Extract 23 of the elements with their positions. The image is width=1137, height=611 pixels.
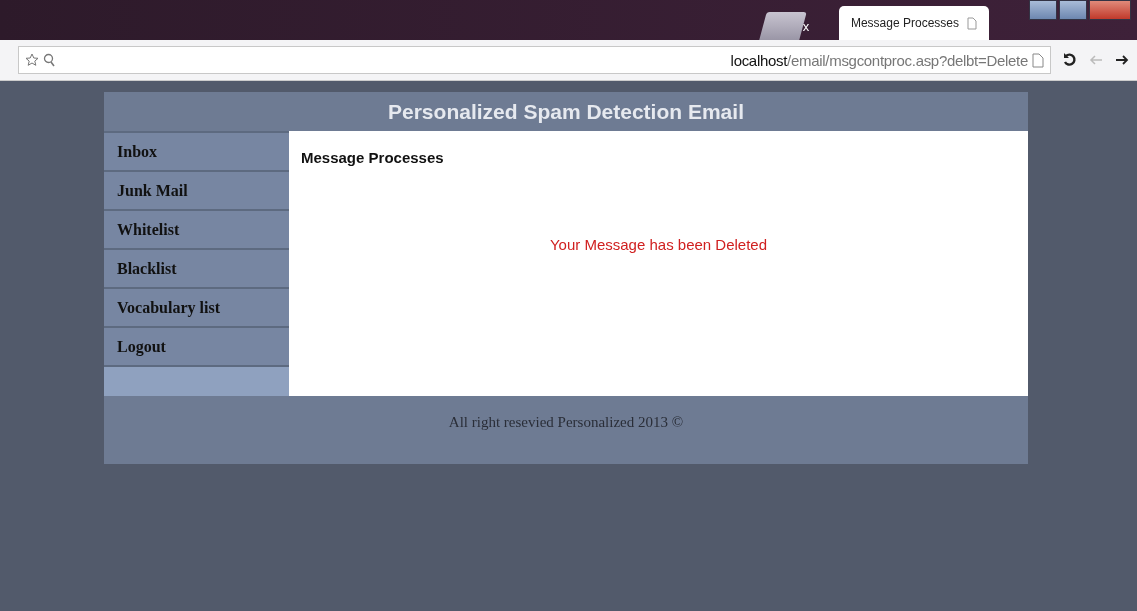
star-icon[interactable] [25,53,39,67]
search-icon[interactable] [43,53,55,67]
forward-arrow-icon[interactable] [1115,54,1129,66]
menu-link[interactable]: Junk Mail [104,170,289,209]
page-heading: Message Processes [301,149,445,166]
reload-icon[interactable] [1063,52,1077,68]
menu-link[interactable]: Whitelist [104,209,289,248]
browser-tab[interactable]: x [759,12,807,40]
status-message: Your Message has been Deleted [548,236,769,253]
page-icon [1032,52,1044,68]
tab-title: Message Processes [850,16,959,30]
url-text: localhost/email/msgcontproc.asp?delbt=Delete [730,51,1028,69]
close-icon[interactable]: x [802,18,810,34]
copyright-text: All right resevied Personalized 2013 © [448,414,684,432]
menu-link[interactable]: Logout [104,326,289,367]
page-icon [967,16,977,30]
browser-tab[interactable]: Message Processes [838,6,989,40]
window-controls[interactable] [1029,0,1131,20]
menu-link[interactable]: Vocabulary list [104,287,289,326]
site-title: Personalized Spam Detection Email [388,99,744,124]
menu-link[interactable]: Blacklist [104,248,289,287]
menu-link[interactable]: Inbox [104,131,289,170]
address-field[interactable]: localhost/email/msgcontproc.asp?delbt=Delete [18,46,1051,74]
